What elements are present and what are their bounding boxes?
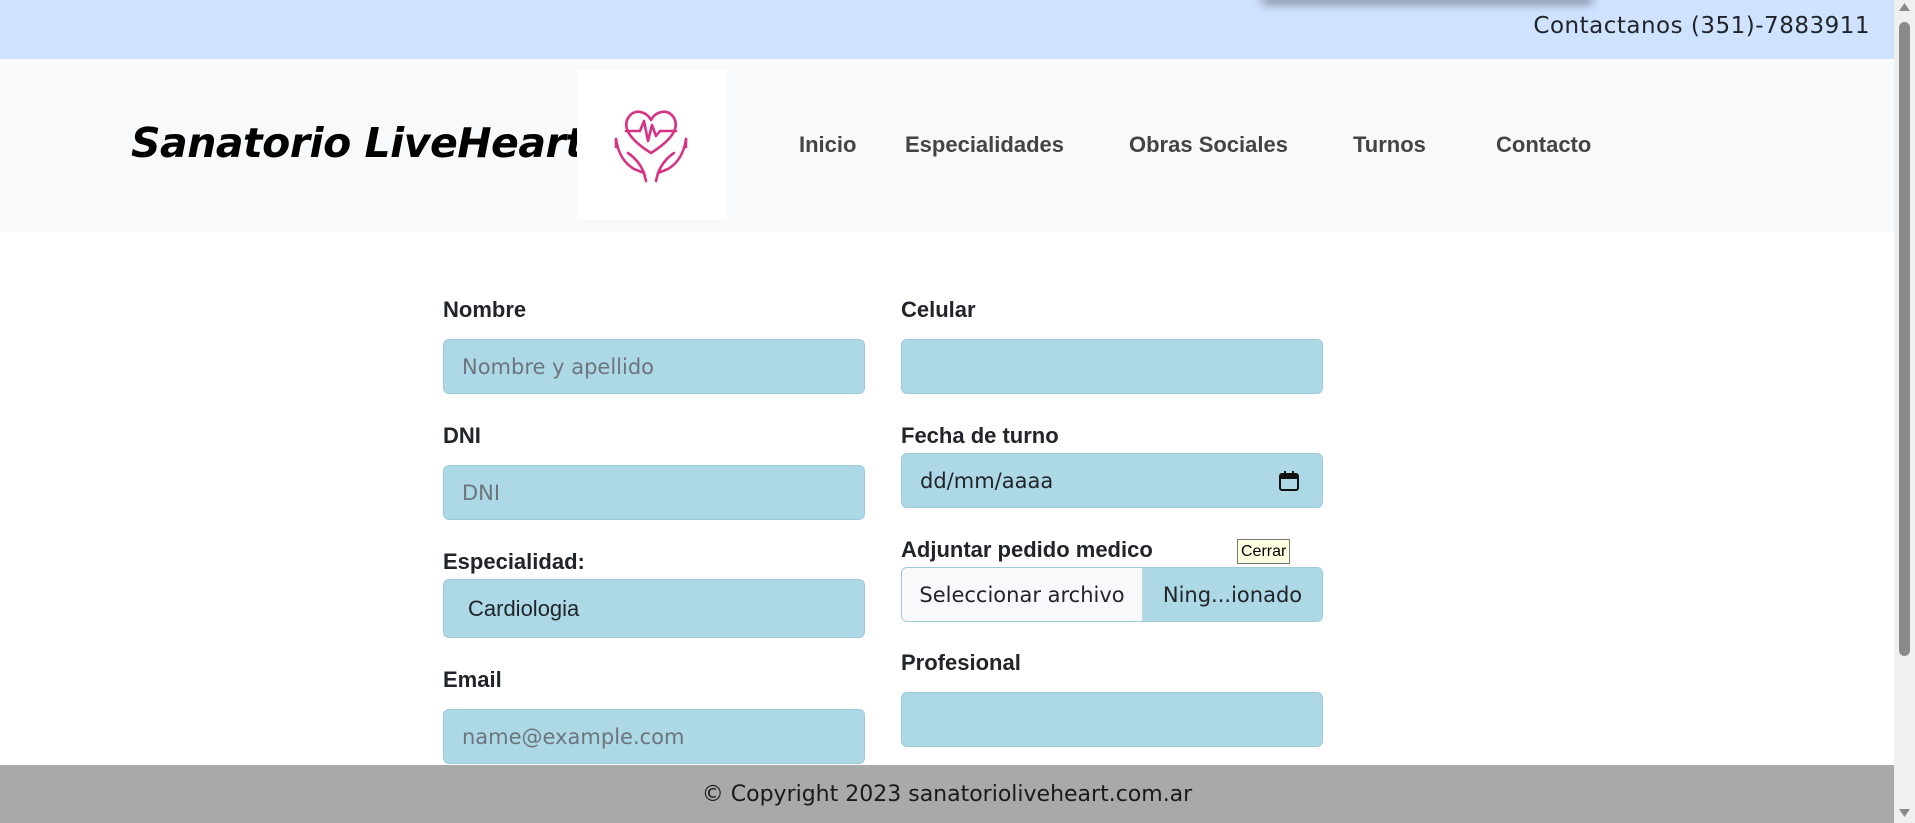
logo[interactable]: [577, 70, 727, 220]
fecha-value: dd/mm/aaaa: [920, 468, 1054, 493]
scrollbar[interactable]: [1894, 0, 1915, 823]
scroll-up-arrow-icon[interactable]: [1898, 2, 1911, 12]
celular-input[interactable]: [920, 340, 1322, 393]
profesional-label: Profesional: [901, 650, 1021, 675]
scroll-down-arrow-icon[interactable]: [1898, 808, 1911, 818]
scroll-thumb[interactable]: [1899, 22, 1910, 656]
especialidad-label: Especialidad:: [443, 549, 585, 574]
dni-field[interactable]: [443, 465, 865, 520]
celular-field[interactable]: [901, 339, 1323, 394]
file-name: Ning...ionado: [1143, 568, 1322, 621]
dni-label: DNI: [443, 423, 481, 448]
profesional-select[interactable]: [901, 692, 1323, 747]
nav-obras-sociales[interactable]: Obras Sociales: [1129, 132, 1288, 158]
top-contact-bar: Contactanos (351)-7883911: [0, 0, 1894, 59]
fecha-label: Fecha de turno: [901, 423, 1059, 448]
nav-inicio[interactable]: Inicio: [799, 132, 856, 158]
heart-hands-icon: [614, 110, 688, 183]
especialidad-value: Cardiologia: [468, 595, 580, 621]
celular-label: Celular: [901, 297, 976, 322]
nombre-field[interactable]: [443, 339, 865, 394]
dni-input[interactable]: [462, 466, 864, 519]
file-upload[interactable]: Seleccionar archivo Ning...ionado: [901, 567, 1323, 622]
brand-name[interactable]: Sanatorio LiveHeart: [131, 119, 585, 167]
fecha-field[interactable]: dd/mm/aaaa: [901, 453, 1323, 508]
nombre-label: Nombre: [443, 297, 527, 322]
contact-phone: Contactanos (351)-7883911: [1533, 13, 1870, 39]
close-tooltip: Cerrar: [1237, 539, 1291, 564]
copyright-text: © Copyright 2023 sanatorioliveheart.com.…: [701, 781, 1193, 807]
site-header: Sanatorio LiveHeart Inicio Especialidade…: [0, 59, 1894, 232]
adjuntar-label: Adjuntar pedido medico: [901, 537, 1153, 562]
nombre-input[interactable]: [462, 340, 864, 393]
email-field[interactable]: [443, 709, 865, 764]
nav-contacto[interactable]: Contacto: [1496, 132, 1591, 158]
select-file-button[interactable]: Seleccionar archivo: [902, 568, 1143, 621]
especialidad-select[interactable]: Cardiologia: [443, 579, 865, 638]
calendar-icon[interactable]: [1278, 470, 1300, 492]
nav-especialidades[interactable]: Especialidades: [905, 132, 1064, 158]
nav-turnos[interactable]: Turnos: [1353, 132, 1426, 158]
footer: © Copyright 2023 sanatorioliveheart.com.…: [0, 765, 1894, 823]
email-label: Email: [443, 667, 502, 692]
email-input[interactable]: [462, 710, 864, 763]
